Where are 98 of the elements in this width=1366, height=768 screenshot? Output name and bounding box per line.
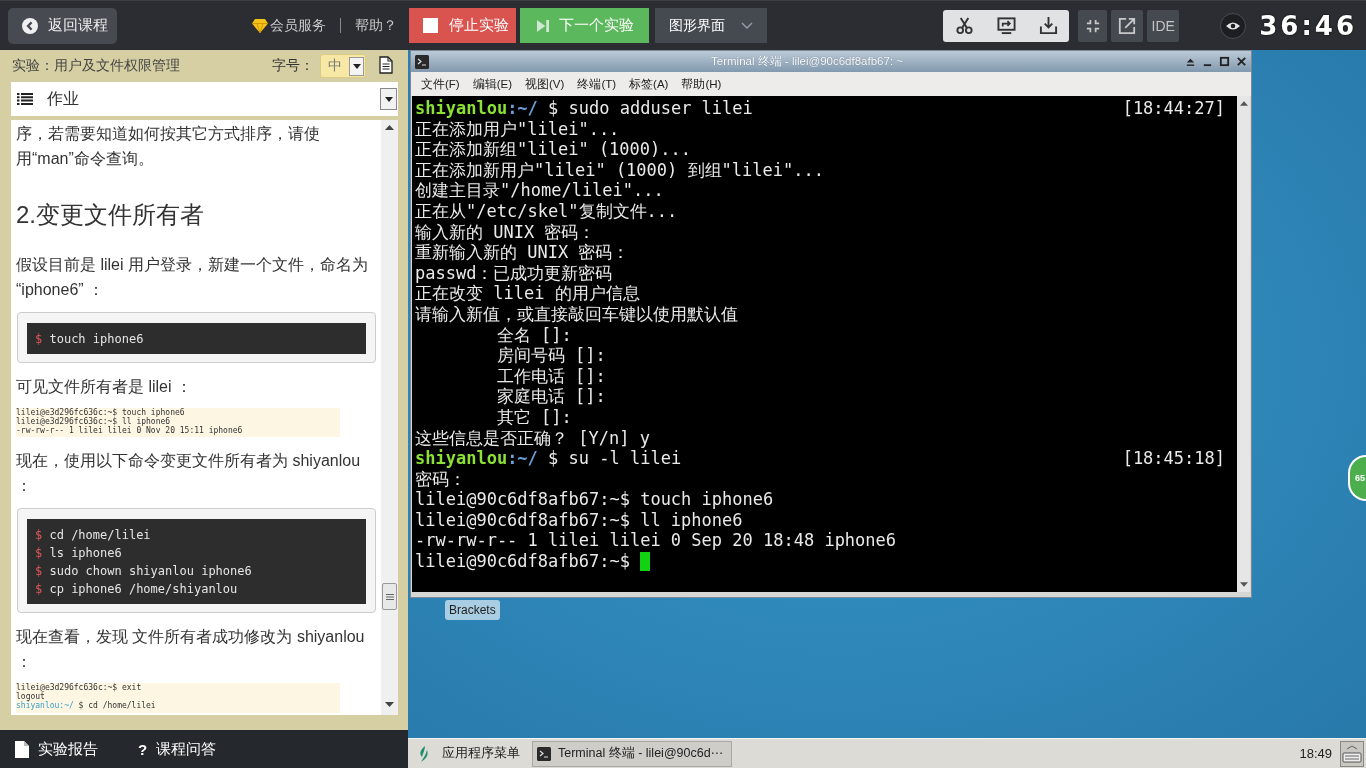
paragraph: 现在查看，发现 文件所有者成功修改为 shiyanlou ： — [16, 627, 366, 673]
paragraph: 序，若需要知道如何按其它方式排序，请使用“man”命令查询。 — [16, 124, 321, 169]
keyboard-icon[interactable] — [1340, 740, 1364, 767]
help-link[interactable]: 帮助？ — [355, 16, 397, 35]
view-mode-select[interactable]: 图形界面 — [655, 8, 767, 43]
terminal-line: 工作电话 []: — [496, 365, 606, 387]
stop-lab-button[interactable]: 停止实验 — [409, 8, 516, 43]
stop-icon — [423, 18, 438, 33]
terminal-line: lilei@90c6df8afb67:~$ ll iphone6 — [415, 509, 743, 531]
maximize-icon[interactable] — [1219, 56, 1230, 67]
download-icon[interactable] — [1038, 16, 1058, 35]
code-line: $ cd /home/lilei — [35, 527, 152, 545]
taskbar-task[interactable]: Terminal 终端 - lilei@90c6d⋯ — [532, 740, 733, 767]
screenshot-line: -rw-rw-r-- 1 lilei lilei 0 Nov 20 15:11 iphone6 — [16, 426, 244, 436]
font-size-select[interactable]: 中 — [320, 54, 366, 78]
countdown-timer: 36:46 — [1259, 10, 1357, 41]
paragraph: 可见文件所有者是 lilei ： — [16, 377, 193, 397]
terminal-icon — [415, 54, 429, 69]
code-line: $ touch iphone6 — [35, 331, 145, 348]
caret-icon — [349, 56, 364, 76]
caret-icon — [380, 88, 397, 110]
font-size-label: 字号： — [272, 57, 314, 75]
scrollbar[interactable] — [1237, 96, 1250, 592]
terminal-line: 其它 []: — [496, 406, 572, 428]
terminal-icon — [537, 746, 551, 761]
terminal-line: 正在添加用户"lilei"... — [415, 118, 620, 140]
scroll-up-icon[interactable] — [1239, 101, 1248, 106]
screenshot-line: logout — [16, 693, 46, 702]
code-line: $ cp iphone6 /home/shiyanlou — [35, 581, 239, 599]
menu-item[interactable]: 终端(T) — [577, 76, 617, 92]
external-link-icon — [1118, 16, 1137, 35]
menu-item[interactable]: 标签(A) — [629, 76, 669, 92]
scroll-down-icon[interactable] — [385, 702, 394, 707]
terminal-line: 请输入新值，或直接敲回车键以使用默认值 — [415, 303, 738, 325]
leaf-icon — [418, 745, 430, 762]
menu-item[interactable]: 文件(F) — [421, 76, 460, 92]
terminal-line: lilei@90c6df8afb67:~$ touch iphone6 — [415, 489, 774, 510]
screenshot-line: shiyanlou:~/ $ cd /home/lilei — [16, 702, 157, 711]
close-icon[interactable] — [1236, 56, 1247, 67]
terminal-line: 正在添加新组"lilei" (1000)... — [415, 139, 691, 160]
course-qa-link[interactable]: ? 课程问答 — [138, 739, 217, 759]
clock: 18:49 — [1299, 746, 1332, 761]
scrollbar[interactable] — [381, 120, 398, 715]
code-line: $ sudo chown shiyanlou iphone6 — [35, 563, 253, 581]
app-menu-button[interactable]: 应用程序菜单 — [416, 740, 526, 767]
scissors-icon[interactable] — [954, 16, 974, 35]
scrollbar-thumb[interactable] — [382, 583, 397, 610]
external-link-button[interactable] — [1111, 9, 1144, 42]
screenshot-line: lilei@e3d296fc636c:~$ ll iphone6 — [16, 417, 171, 427]
terminal-line: 正在改变 lilei 的用户信息 — [415, 283, 640, 304]
skip-forward-icon — [537, 19, 549, 32]
chevron-down-icon — [741, 22, 753, 29]
terminal-line: 正在添加新用户"lilei" (1000) 到组"lilei"... — [415, 159, 824, 181]
lab-report-link[interactable]: 实验报告 — [15, 739, 98, 759]
screenshot-line: lilei@e3d296fc636c:~$ touch iphone6 — [16, 409, 186, 418]
terminal-line: 家庭电话 []: — [496, 386, 606, 407]
terminal-line: 房间号码 []: — [496, 345, 606, 366]
paragraph: 现在，使用以下命令变更文件所有者为 shiyanlou ： — [16, 451, 362, 497]
list-icon — [17, 93, 33, 105]
terminal-line: 重新输入新的 UNIX 密码： — [415, 242, 630, 263]
vip-service-link[interactable]: 会员服务 — [252, 16, 326, 35]
scroll-down-icon[interactable] — [1239, 582, 1248, 587]
scroll-up-icon[interactable] — [385, 125, 394, 130]
desktop-icon-label[interactable]: Brackets — [445, 600, 500, 620]
menu-item[interactable]: 帮助(H) — [681, 76, 722, 92]
screenshot-line: lilei@e3d296fc636c:~$ exit — [16, 684, 143, 693]
terminal-line: 输入新的 UNIX 密码： — [415, 221, 596, 243]
terminal-line: 创建主目录"/home/lilei"... — [415, 180, 664, 201]
paragraph: 假设目前是 lilei 用户登录，新建一个文件，命名为 “iphone6” ： — [16, 255, 369, 300]
terminal-line: passwd：已成功更新密码 — [415, 262, 613, 284]
shade-icon[interactable] — [1185, 56, 1196, 67]
diamond-icon — [252, 18, 268, 33]
document-icon[interactable] — [379, 56, 393, 74]
terminal-line: -rw-rw-r-- 1 lilei lilei 0 Sep 20 18:48 iphone6 — [415, 530, 897, 552]
menu-item[interactable]: 视图(V) — [525, 76, 565, 92]
eye-icon[interactable] — [1220, 12, 1247, 39]
back-to-course-button[interactable]: 返回课程 — [8, 7, 117, 44]
screen-share-icon[interactable] — [996, 16, 1016, 35]
terminal-line: 全名 []: — [496, 324, 572, 346]
timestamp: [18:45:18] — [1122, 448, 1225, 469]
timestamp: [18:44:27] — [1122, 98, 1225, 119]
section-select[interactable]: 作业 — [11, 82, 398, 116]
lab-title: 实验：用户及文件权限管理 — [12, 57, 181, 75]
section-heading: 2.变更文件所有者 — [16, 200, 205, 230]
terminal-line: shiyanlou:~/ $ sudo adduser lilei — [415, 98, 753, 119]
code-line: $ ls iphone6 — [35, 545, 123, 563]
terminal-line: shiyanlou:~/ $ su -l lilei — [415, 448, 682, 469]
menu-item[interactable]: 编辑(E) — [472, 76, 513, 92]
compress-icon — [1085, 18, 1100, 33]
compress-button[interactable] — [1078, 9, 1108, 42]
window-title: Terminal 终端 - lilei@90c6df8afb67: ~ — [710, 54, 904, 69]
ide-button[interactable]: IDE — [1147, 9, 1180, 42]
question-mark-icon: ? — [138, 740, 148, 758]
terminal-line: lilei@90c6df8afb67:~$ — [415, 551, 630, 572]
terminal-line: 这些信息是否正确？ [Y/n] y — [415, 427, 650, 449]
terminal-line: 密码： — [415, 468, 466, 490]
terminal-line: 正在从"/etc/skel"复制文件... — [415, 200, 678, 222]
document-icon — [15, 740, 29, 758]
